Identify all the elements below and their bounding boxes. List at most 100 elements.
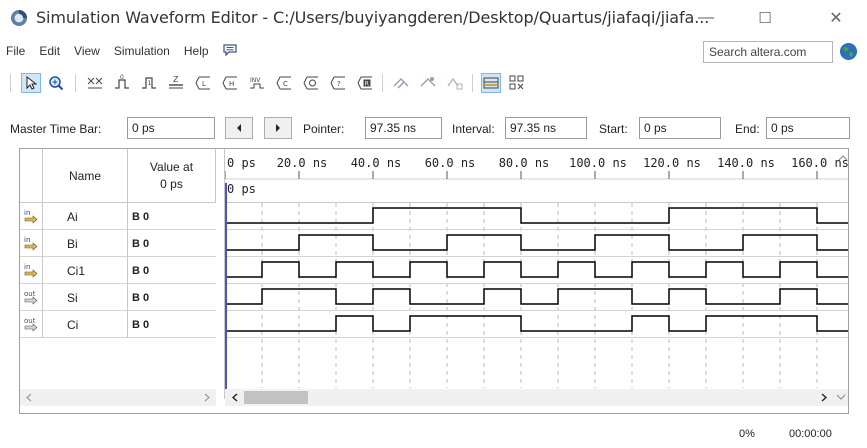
column-header-value[interactable]: Value at 0 ps <box>128 149 216 203</box>
time-tick-label: 80.0 ns <box>499 156 550 170</box>
signal-value: B 0 <box>132 318 150 331</box>
list-hscrollbar[interactable] <box>20 389 216 406</box>
scroll-left-icon[interactable] <box>231 393 239 402</box>
chevron-down-icon[interactable] <box>836 394 846 401</box>
previous-transition-button[interactable] <box>225 117 253 139</box>
scroll-right-icon[interactable] <box>203 393 211 402</box>
next-transition-button[interactable] <box>264 117 292 139</box>
count-value-icon[interactable]: C <box>274 73 294 93</box>
weak-high-icon[interactable]: H <box>220 73 240 93</box>
time-tick-label: 120.0 ns <box>643 156 701 170</box>
end-label: End: <box>735 122 760 136</box>
svg-text:out: out <box>24 290 36 298</box>
signal-name: Ci1 <box>43 257 128 284</box>
menu-bar: File Edit View Simulation Help <box>0 40 244 62</box>
waveform-ci <box>225 315 848 332</box>
invert-icon[interactable]: INV <box>247 73 267 93</box>
title-bar: Simulation Waveform Editor - C:/Users/bu… <box>0 0 867 36</box>
grid-view-icon[interactable] <box>481 73 501 93</box>
arbitrary-value-icon[interactable]: ? <box>328 73 348 93</box>
master-time-bar-field[interactable]: 0 ps <box>127 117 215 139</box>
select-tool-icon[interactable] <box>21 73 41 93</box>
globe-icon[interactable] <box>839 42 858 61</box>
time-tick-label: 20.0 ns <box>277 156 328 170</box>
merge-icon[interactable] <box>445 73 465 93</box>
scroll-up-button[interactable] <box>837 150 848 164</box>
pointer-label: Pointer: <box>303 122 345 136</box>
chevron-up-icon <box>838 154 848 160</box>
window-title: Simulation Waveform Editor - C:/Users/bu… <box>36 8 710 27</box>
quartus-logo-icon <box>11 10 27 26</box>
master-time-bar-label: Master Time Bar: <box>10 122 102 136</box>
arrow-right-icon <box>276 124 280 132</box>
close-button[interactable]: ✕ <box>813 4 859 32</box>
signal-value: B 0 <box>132 237 150 250</box>
signal-row-si[interactable]: out Si B 0 <box>20 284 216 311</box>
zoom-tool-icon[interactable] <box>46 73 66 93</box>
clock-value-icon[interactable] <box>301 73 321 93</box>
weak-low-icon[interactable]: L <box>193 73 213 93</box>
name-header-label: Name <box>68 168 101 183</box>
progress-percent: 0% <box>739 428 755 440</box>
interval-label: Interval: <box>452 122 495 136</box>
signal-row-bi[interactable]: in Bi B 0 <box>20 230 216 257</box>
svg-text:0: 0 <box>120 74 124 81</box>
svg-text:1: 1 <box>148 80 152 87</box>
force-high-icon[interactable]: 1 <box>139 73 159 93</box>
column-header-type <box>20 149 43 203</box>
maximize-button[interactable]: ☐ <box>742 4 788 32</box>
waveform-bi <box>225 234 848 251</box>
search-input[interactable]: Search altera.com <box>703 41 833 63</box>
menu-help[interactable]: Help <box>177 44 216 58</box>
interval-field[interactable]: 97.35 ns <box>505 117 587 139</box>
svg-text:?: ? <box>337 80 341 88</box>
start-label: Start: <box>599 122 628 136</box>
signal-value: B 0 <box>132 264 150 277</box>
splitter[interactable] <box>216 149 225 399</box>
output-pin-icon: out <box>20 284 43 311</box>
feedback-icon[interactable] <box>216 43 244 59</box>
input-pin-icon: in <box>20 203 43 230</box>
snap-grid-icon[interactable] <box>391 73 411 93</box>
start-field[interactable]: 0 ps <box>639 117 721 139</box>
signal-name: Si <box>43 284 128 311</box>
menu-edit[interactable]: Edit <box>32 44 67 58</box>
time-tick-label: 140.0 ns <box>717 156 775 170</box>
random-value-icon[interactable]: R <box>355 73 375 93</box>
column-header-name[interactable]: Name <box>43 149 128 203</box>
menu-simulation[interactable]: Simulation <box>107 44 177 58</box>
scroll-left-icon[interactable] <box>25 393 33 402</box>
wave-hscrollbar[interactable] <box>225 389 848 406</box>
snap-transition-icon[interactable] <box>418 73 438 93</box>
elapsed-time: 00:00:00 <box>789 428 832 440</box>
scroll-thumb[interactable] <box>244 391 308 404</box>
signal-row-ci[interactable]: out Ci B 0 <box>20 311 216 338</box>
scroll-right-icon[interactable] <box>820 393 828 402</box>
time-tick-label: 0 ps <box>227 156 256 170</box>
output-pin-icon: out <box>20 311 43 338</box>
time-controls: Master Time Bar: 0 ps Pointer: 97.35 ns … <box>0 117 867 143</box>
pointer-field[interactable]: 97.35 ns <box>365 117 442 139</box>
waveform-ai <box>225 207 848 224</box>
value-header-line2: 0 ps <box>160 176 183 191</box>
svg-text:Z: Z <box>173 75 179 84</box>
force-low-icon[interactable]: 0 <box>112 73 132 93</box>
signal-value: B 0 <box>132 291 150 304</box>
arrow-left-icon <box>237 124 241 132</box>
input-pin-icon: in <box>20 230 43 257</box>
time-tick-label: 60.0 ns <box>425 156 476 170</box>
signal-name: Ci <box>43 311 128 338</box>
menu-file[interactable]: File <box>0 44 32 58</box>
signal-row-ai[interactable]: in Ai B 0 <box>20 203 216 230</box>
signal-row-ci1[interactable]: in Ci1 B 0 <box>20 257 216 284</box>
input-pin-icon: in <box>20 257 43 284</box>
minimize-button[interactable]: — <box>683 4 729 32</box>
svg-text:R: R <box>365 81 369 88</box>
svg-text:INV: INV <box>250 77 261 84</box>
end-field[interactable]: 0 ps <box>766 117 850 139</box>
menu-view[interactable]: View <box>67 44 107 58</box>
unknown-value-icon[interactable] <box>85 73 105 93</box>
waveform-area[interactable]: 0 ps 20.0 ns 40.0 ns 60.0 ns 80.0 ns 100.0 ns… <box>225 149 849 394</box>
high-impedance-icon[interactable]: Z <box>166 73 186 93</box>
group-nodes-icon[interactable] <box>507 73 527 93</box>
